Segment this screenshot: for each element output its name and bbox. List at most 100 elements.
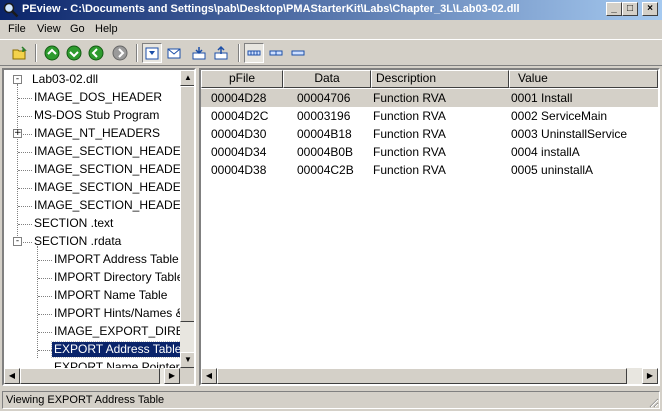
tree-item[interactable]: IMAGE_SECTION_HEADER .rdata: [4, 161, 180, 179]
cell-description: Function RVA: [373, 109, 446, 123]
view-word-icon[interactable]: [266, 43, 286, 63]
tree-item-label: Lab03-02.dll: [32, 72, 99, 86]
tree-connector: [38, 296, 52, 297]
tree-item[interactable]: + IMAGE_NT_HEADERS: [4, 125, 180, 143]
tree-item-label: IMAGE_SECTION_HEADER .reloc: [34, 198, 180, 212]
tree-item-label: SECTION .text: [34, 216, 114, 230]
toolbar-separator: [35, 44, 37, 62]
tree-item[interactable]: IMAGE_SECTION_HEADER .data: [4, 179, 180, 197]
column-header-value[interactable]: Value: [509, 70, 658, 88]
scroll-left-arrow-icon[interactable]: ◀: [201, 368, 217, 384]
resize-grip-icon[interactable]: [647, 396, 659, 408]
forward-icon[interactable]: [110, 43, 130, 63]
tree-item[interactable]: IMPORT Address Table: [4, 251, 180, 269]
view-byte-icon[interactable]: [244, 43, 264, 63]
column-header-description[interactable]: Description: [371, 70, 509, 88]
scroll-up-arrow-icon[interactable]: ▲: [180, 70, 194, 86]
tree-item[interactable]: EXPORT Address Table: [4, 341, 180, 359]
tree-item[interactable]: IMAGE_EXPORT_DIRECTORY: [4, 323, 180, 341]
detail-list-view[interactable]: pFile Data Description Value 00004D28 000…: [199, 68, 660, 386]
tree-item-label: IMPORT Directory Table: [54, 270, 180, 284]
scroll-thumb[interactable]: [217, 368, 627, 384]
tree-item[interactable]: IMPORT Name Table: [4, 287, 180, 305]
export-icon[interactable]: [211, 43, 231, 63]
tree-item[interactable]: - Lab03-02.dll: [4, 71, 180, 89]
tree-item[interactable]: EXPORT Name Pointer Table: [4, 359, 180, 368]
cell-description: Function RVA: [373, 145, 446, 159]
maximize-button[interactable]: □: [622, 2, 638, 16]
menu-view[interactable]: View: [37, 23, 61, 35]
cell-value: 0004 installA: [511, 145, 580, 159]
collapse-minus-icon[interactable]: -: [13, 75, 22, 84]
tree-item-label: SECTION .rdata: [34, 234, 122, 248]
back-icon[interactable]: [86, 43, 106, 63]
scroll-left-arrow-icon[interactable]: ◀: [4, 368, 20, 384]
tree-horizontal-scrollbar[interactable]: ◀ ▶: [4, 368, 180, 384]
down-icon[interactable]: [64, 43, 84, 63]
list-horizontal-scrollbar[interactable]: ◀ ▶: [201, 368, 658, 384]
cell-data: 00004C2B: [297, 163, 354, 177]
tree-item[interactable]: MS-DOS Stub Program: [4, 107, 180, 125]
cell-data: 00004B0B: [297, 145, 354, 159]
toolbar: [0, 39, 662, 66]
column-header-data[interactable]: Data: [283, 70, 371, 88]
tree-item[interactable]: IMAGE_SECTION_HEADER .reloc: [4, 197, 180, 215]
open-folder-icon[interactable]: [10, 43, 30, 63]
table-row[interactable]: 00004D30 00004B18 Function RVA 0003 Uninsta…: [201, 125, 658, 143]
tree-item[interactable]: IMAGE_SECTION_HEADER .text: [4, 143, 180, 161]
cell-pfile: 00004D30: [211, 127, 267, 141]
tree-item-label: IMAGE_EXPORT_DIRECTORY: [54, 324, 180, 338]
cell-description: Function RVA: [373, 163, 446, 177]
scroll-right-arrow-icon[interactable]: ▶: [642, 368, 658, 384]
window-title: PEview - C:\Documents and Settings\pab\D…: [22, 3, 520, 15]
table-row[interactable]: 00004D38 00004C2B Function RVA 0005 uninsta…: [201, 161, 658, 179]
tree-content: - Lab03-02.dll IMAGE_DOS_HEADER MS-DOS Stub…: [4, 70, 180, 368]
tree-item[interactable]: - SECTION .rdata: [4, 233, 180, 251]
tree-item[interactable]: IMAGE_DOS_HEADER: [4, 89, 180, 107]
tree-item-label: IMPORT Name Table: [54, 288, 168, 302]
column-header-pfile[interactable]: pFile: [201, 70, 283, 88]
view-dword-icon[interactable]: [288, 43, 308, 63]
tree-vertical-scrollbar[interactable]: ▲ ▼: [180, 70, 194, 368]
tree-item[interactable]: IMPORT Directory Table: [4, 269, 180, 287]
menu-file[interactable]: File: [8, 23, 26, 35]
tree-connector: [38, 314, 52, 315]
menu-go[interactable]: Go: [70, 23, 85, 35]
mail-icon[interactable]: [164, 43, 184, 63]
tree-connector: [38, 260, 52, 261]
tree-connector: [18, 224, 32, 225]
menu-bar: File View Go Help: [0, 20, 662, 39]
scroll-thumb[interactable]: [180, 86, 194, 322]
title-bar[interactable]: PEview - C:\Documents and Settings\pab\D…: [0, 0, 662, 20]
import-icon[interactable]: [189, 43, 209, 63]
cell-value: 0001 Install: [511, 91, 573, 105]
cell-value: 0003 UninstallService: [511, 127, 628, 141]
close-button[interactable]: ×: [642, 2, 658, 16]
scroll-right-arrow-icon[interactable]: ▶: [164, 368, 180, 384]
tree-view[interactable]: - Lab03-02.dll IMAGE_DOS_HEADER MS-DOS Stub…: [2, 68, 196, 386]
tree-item-label: IMAGE_SECTION_HEADER .rdata: [34, 162, 180, 176]
tree-connector: [18, 116, 32, 117]
tree-item-label: EXPORT Address Table: [50, 341, 180, 358]
menu-help[interactable]: Help: [95, 23, 118, 35]
cell-pfile: 00004D28: [211, 91, 267, 105]
save-icon[interactable]: [142, 43, 162, 63]
tree-connector: [18, 170, 32, 171]
collapse-minus-icon[interactable]: -: [13, 237, 22, 246]
expand-plus-icon[interactable]: +: [13, 129, 22, 138]
tree-item-label: IMPORT Hints/Names & DLL Names: [54, 306, 180, 320]
tree-connector: [18, 188, 32, 189]
tree-connector: [38, 332, 52, 333]
up-icon[interactable]: [42, 43, 62, 63]
table-row[interactable]: 00004D28 00004706 Function RVA 0001 Install: [201, 89, 658, 107]
tree-item[interactable]: IMPORT Hints/Names & DLL Names: [4, 305, 180, 323]
table-row[interactable]: 00004D2C 00003196 Function RVA 0002 Service…: [201, 107, 658, 125]
tree-item[interactable]: SECTION .text: [4, 215, 180, 233]
cell-pfile: 00004D38: [211, 163, 267, 177]
table-row[interactable]: 00004D34 00004B0B Function RVA 0004 install…: [201, 143, 658, 161]
scroll-thumb[interactable]: [20, 368, 160, 384]
scroll-down-arrow-icon[interactable]: ▼: [180, 352, 194, 368]
minimize-button[interactable]: _: [606, 2, 622, 16]
cell-pfile: 00004D34: [211, 145, 267, 159]
tree-connector: [18, 152, 32, 153]
